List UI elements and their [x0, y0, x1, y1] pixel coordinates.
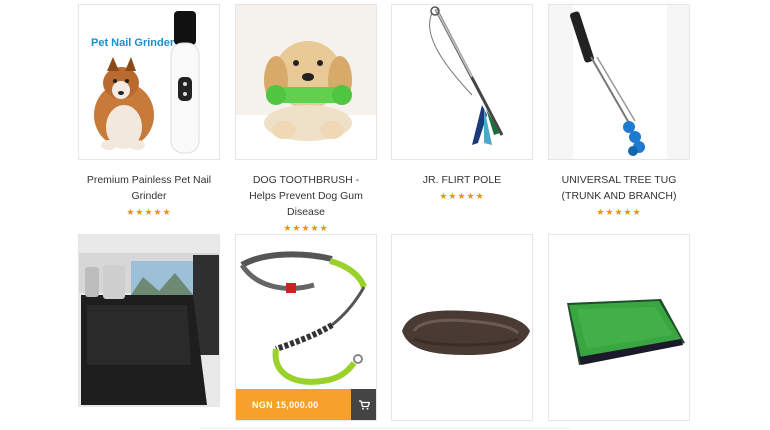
product-card[interactable]: JR. FLIRT POLE ★★★★★ — [391, 4, 533, 202]
product-title[interactable]: Premium Painless Pet Nail Grinder — [78, 172, 220, 204]
cart-icon — [359, 399, 370, 410]
product-image[interactable]: NGN 15,000.00 — [235, 234, 377, 421]
product-title[interactable]: UNIVERSAL TREE TUG (TRUNK AND BRANCH) — [548, 172, 690, 204]
product-image[interactable] — [391, 234, 533, 421]
product-card[interactable]: NGN 15,000.00 — [235, 234, 377, 421]
price-button[interactable]: NGN 15,000.00 — [236, 389, 351, 420]
product-image[interactable] — [391, 4, 533, 160]
product-image[interactable] — [235, 4, 377, 160]
product-card[interactable] — [548, 234, 690, 421]
rating-stars: ★★★★★ — [126, 207, 172, 217]
product-image[interactable]: Pet Nail Grinder — [78, 4, 220, 160]
product-title[interactable]: JR. FLIRT POLE — [391, 172, 533, 188]
product-title[interactable]: DOG TOOTHBRUSH - Helps Prevent Dog Gum D… — [235, 172, 377, 220]
product-card[interactable] — [78, 234, 220, 407]
product-card[interactable]: Pet Nail Grinder Premium Painless Pet Na… — [78, 4, 220, 218]
product-card[interactable] — [391, 234, 533, 421]
product-image[interactable] — [548, 234, 690, 421]
cart-button[interactable] — [351, 389, 376, 420]
product-card[interactable]: UNIVERSAL TREE TUG (TRUNK AND BRANCH) ★★… — [548, 4, 690, 218]
product-card[interactable]: DOG TOOTHBRUSH - Helps Prevent Dog Gum D… — [235, 4, 377, 234]
rating-stars: ★★★★★ — [596, 207, 642, 217]
product-image[interactable] — [548, 4, 690, 160]
rating-stars: ★★★★★ — [283, 223, 329, 233]
rating-stars: ★★★★★ — [439, 191, 485, 201]
image-caption: Pet Nail Grinder — [91, 37, 175, 49]
product-image[interactable] — [78, 234, 220, 407]
add-to-cart-bar[interactable]: NGN 15,000.00 — [236, 389, 376, 420]
